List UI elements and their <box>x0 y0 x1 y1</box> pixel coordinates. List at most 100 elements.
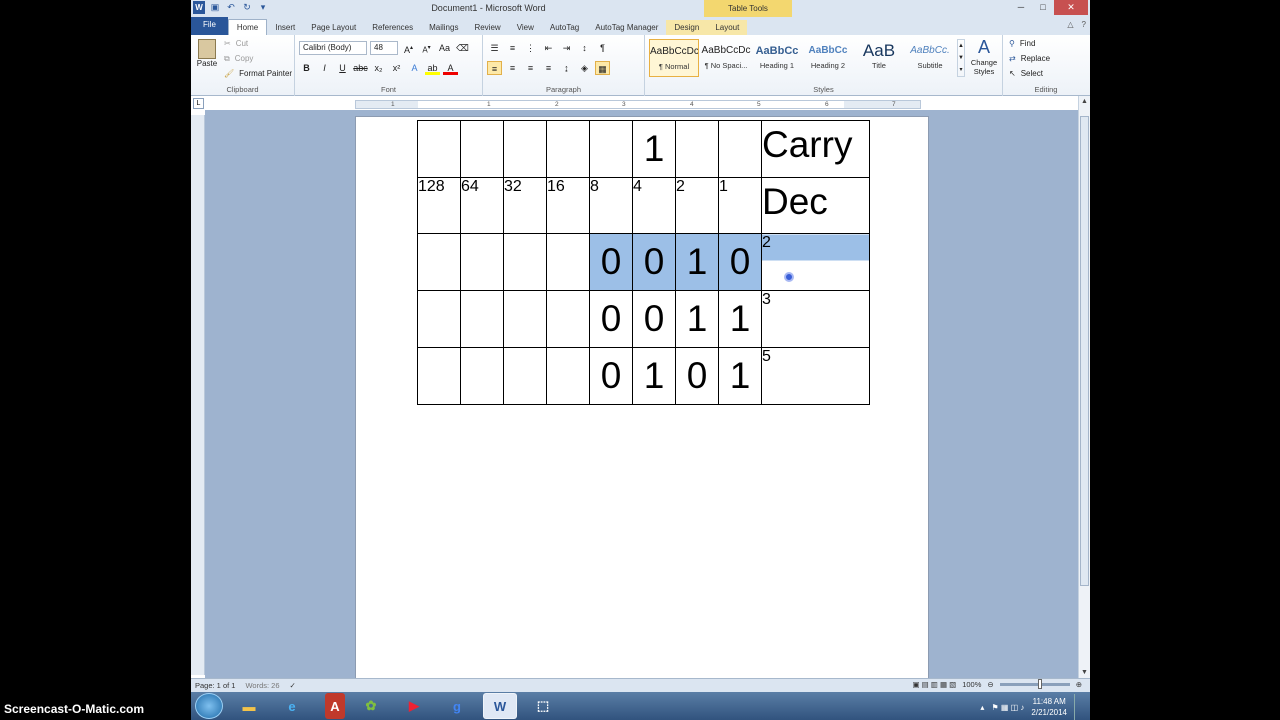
tab-view[interactable]: View <box>509 20 542 35</box>
cut-button[interactable]: ✂ Cut <box>224 38 250 49</box>
table-cell[interactable] <box>417 120 461 178</box>
help-icon[interactable]: ? <box>1082 20 1086 29</box>
place-value-cell[interactable]: 128 <box>417 177 461 234</box>
tray-icons[interactable]: ⚑ ▦ ◫ ♪ <box>991 703 1024 712</box>
table-cell[interactable] <box>417 233 461 291</box>
table-cell[interactable] <box>460 290 504 348</box>
decimal-value-cell[interactable]: 2 <box>761 233 870 291</box>
replace-button[interactable]: ⇄ Replace <box>1009 53 1052 64</box>
zoom-slider[interactable] <box>999 679 1070 689</box>
binary-digit-cell[interactable]: 1 <box>675 233 719 291</box>
page-count[interactable]: Page: 1 of 1 <box>195 681 235 690</box>
binary-digit-cell[interactable]: 0 <box>589 233 633 291</box>
tab-autotag-manager[interactable]: AutoTag Manager <box>587 20 666 35</box>
format-painter-button[interactable]: 🖌 Format Painter <box>224 68 294 79</box>
bold-icon[interactable]: B <box>299 61 314 75</box>
font-name-combo[interactable]: Calibri (Body) <box>299 41 367 55</box>
style-title[interactable]: AaB Title <box>854 39 904 77</box>
sort-icon[interactable]: ↕ <box>577 41 592 55</box>
align-left-icon[interactable]: ≡ <box>487 61 502 75</box>
style-heading-1[interactable]: AaBbCc Heading 1 <box>752 39 802 77</box>
select-button[interactable]: ↖ Select <box>1009 68 1045 79</box>
table-cell[interactable] <box>460 120 504 178</box>
binary-digit-cell[interactable]: 0 <box>632 290 676 348</box>
binary-digit-cell[interactable]: 0 <box>675 347 719 405</box>
snipping-taskbar-icon[interactable]: ⬚ <box>526 693 560 719</box>
vertical-scrollbar[interactable]: ▲ ▼ <box>1078 96 1090 678</box>
scroll-thumb[interactable] <box>1080 116 1089 586</box>
table-cell[interactable] <box>546 120 590 178</box>
table-cell[interactable] <box>417 347 461 405</box>
tab-layout[interactable]: Layout <box>707 20 748 35</box>
binary-digit-cell[interactable]: 0 <box>718 233 762 291</box>
binary-digit-cell[interactable]: 0 <box>589 347 633 405</box>
tab-selector[interactable]: L <box>193 98 204 109</box>
table-cell[interactable] <box>546 290 590 348</box>
tab-review[interactable]: Review <box>466 20 508 35</box>
style-no-spacing[interactable]: AaBbCcDc ¶ No Spaci... <box>701 39 751 77</box>
underline-icon[interactable]: U <box>335 61 350 75</box>
show-desktop-button[interactable] <box>1074 694 1084 720</box>
style-heading-2[interactable]: AaBbCc Heading 2 <box>803 39 853 77</box>
copy-button[interactable]: ⧉ Copy <box>224 53 255 64</box>
show-marks-icon[interactable]: ¶ <box>595 41 610 55</box>
proofing-icon[interactable]: ✓ <box>290 681 296 690</box>
binary-digit-cell[interactable]: 1 <box>718 347 762 405</box>
tab-home[interactable]: Home <box>227 19 268 35</box>
decimal-value-cell[interactable]: 5 <box>761 347 870 405</box>
scroll-down-icon[interactable]: ▼ <box>1079 669 1090 676</box>
binary-digit-cell[interactable]: 1 <box>675 290 719 348</box>
place-value-cell[interactable]: 32 <box>503 177 547 234</box>
horizontal-ruler[interactable]: 1 1 2 3 4 5 6 7 <box>355 100 921 109</box>
tab-autotag[interactable]: AutoTag <box>542 20 587 35</box>
place-value-cell[interactable]: 1 <box>718 177 762 234</box>
italic-icon[interactable]: I <box>317 61 332 75</box>
binary-digit-cell[interactable]: 1 <box>718 290 762 348</box>
document-page[interactable]: 1 Carry 128 64 32 16 8 4 2 1 Dec 0 0 1 0… <box>355 116 929 686</box>
place-value-cell[interactable]: 4 <box>632 177 676 234</box>
place-value-cell[interactable]: 16 <box>546 177 590 234</box>
table-cell[interactable] <box>503 120 547 178</box>
table-cell[interactable] <box>546 233 590 291</box>
binary-digit-cell[interactable]: 0 <box>589 290 633 348</box>
word-count[interactable]: Words: 26 <box>245 681 279 690</box>
zoom-level[interactable]: 100% <box>962 680 981 689</box>
bullets-icon[interactable]: ☰ <box>487 41 502 55</box>
carry-label-cell[interactable]: Carry <box>761 120 870 178</box>
place-value-cell[interactable]: 64 <box>460 177 504 234</box>
styles-scroll-icon[interactable]: ▲ ▼ ▾ <box>957 39 965 77</box>
table-cell[interactable] <box>503 233 547 291</box>
vertical-ruler[interactable] <box>191 115 205 675</box>
line-spacing-icon[interactable]: ↨ <box>559 61 574 75</box>
superscript-icon[interactable]: x² <box>389 61 404 75</box>
align-right-icon[interactable]: ≡ <box>523 61 538 75</box>
tab-page-layout[interactable]: Page Layout <box>303 20 364 35</box>
scroll-up-icon[interactable]: ▲ <box>1079 98 1090 105</box>
change-case-icon[interactable]: Aa <box>437 41 452 55</box>
google-taskbar-icon[interactable]: g <box>440 693 474 719</box>
acrobat-taskbar-icon[interactable]: A <box>325 693 345 719</box>
strikethrough-icon[interactable]: abc <box>353 61 368 75</box>
tab-mailings[interactable]: Mailings <box>421 20 466 35</box>
table-cell[interactable] <box>460 233 504 291</box>
close-button[interactable]: ✕ <box>1054 0 1088 15</box>
tab-file[interactable]: File <box>191 17 228 35</box>
style-normal[interactable]: AaBbCcDc ¶ Normal <box>649 39 699 77</box>
start-button[interactable] <box>195 693 223 719</box>
green-app-taskbar-icon[interactable]: ✿ <box>354 693 388 719</box>
table-cell[interactable] <box>589 120 633 178</box>
justify-icon[interactable]: ≡ <box>541 61 556 75</box>
borders-icon[interactable]: ▦ <box>595 61 610 75</box>
tab-design[interactable]: Design <box>666 20 708 35</box>
maximize-button[interactable]: □ <box>1032 0 1054 15</box>
zoom-in-icon[interactable]: ⊕ <box>1076 680 1082 689</box>
view-buttons-icon[interactable]: ▣ ▤ ▥ ▦ ▧ <box>912 680 956 689</box>
grow-font-icon[interactable]: A▴ <box>401 41 416 55</box>
shading-icon[interactable]: ◈ <box>577 61 592 75</box>
zoom-thumb[interactable] <box>1037 679 1042 689</box>
multilevel-list-icon[interactable]: ⋮ <box>523 41 538 55</box>
place-value-cell[interactable]: 8 <box>589 177 633 234</box>
clear-formatting-icon[interactable]: ⌫ <box>455 41 470 55</box>
youtube-taskbar-icon[interactable]: ▶ <box>397 693 431 719</box>
decrease-indent-icon[interactable]: ⇤ <box>541 41 556 55</box>
